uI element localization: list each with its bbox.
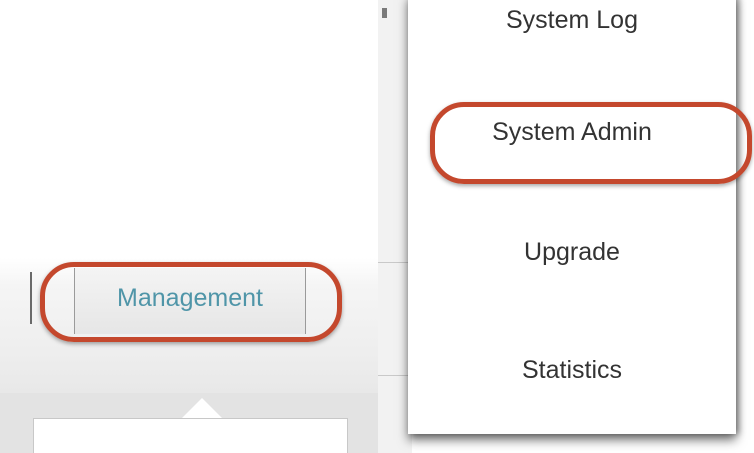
management-dropdown-menu: System Log System Admin Upgrade Statisti… (408, 0, 736, 434)
background-line (378, 262, 412, 263)
menu-item-system-log[interactable]: System Log (408, 6, 736, 35)
menu-item-upgrade[interactable]: Upgrade (408, 238, 736, 267)
dropdown-caret-icon (180, 398, 224, 420)
nav-divider (30, 272, 32, 324)
menu-item-system-admin[interactable]: System Admin (408, 118, 736, 147)
dropdown-panel (33, 418, 348, 453)
menu-panel: System Log System Admin Upgrade Statisti… (378, 0, 754, 453)
background-corner-mark (382, 8, 387, 18)
menu-item-statistics[interactable]: Statistics (408, 356, 736, 385)
management-tab-label: Management (117, 284, 263, 312)
background-line (378, 375, 412, 376)
background-strip (378, 0, 412, 453)
management-tab[interactable]: Management (74, 268, 306, 334)
navigation-panel: Management (0, 0, 378, 453)
